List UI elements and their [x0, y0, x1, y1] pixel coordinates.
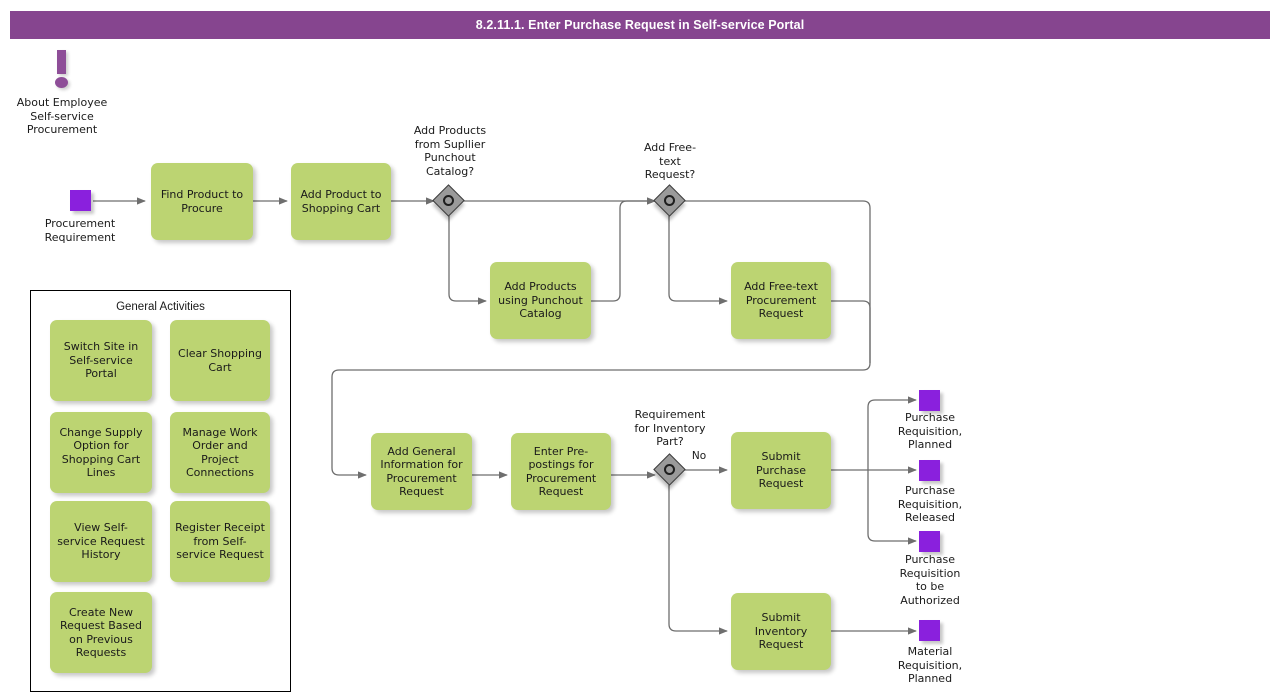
task-label: Submit Inventory Request — [754, 611, 808, 652]
task-label: Manage Work Order and Project Connection… — [182, 425, 258, 480]
gateway-event-ring-icon — [663, 194, 675, 206]
edge-gw2-to-freetext — [668, 216, 728, 305]
task-label: Create New Request Based on Previous Req… — [60, 605, 142, 660]
task-enter-pre-postings-for-procurement-request[interactable]: Enter Pre- postings for Procurement Requ… — [511, 433, 611, 510]
task-register-receipt-from-self-service-request[interactable]: Register Receipt from Self- service Requ… — [170, 501, 270, 582]
gateway-free-text-request[interactable] — [653, 184, 686, 217]
task-manage-work-order-and-project-connections[interactable]: Manage Work Order and Project Connection… — [170, 412, 270, 493]
task-label: Add Product to Shopping Cart — [300, 188, 382, 215]
task-create-new-request-based-on-previous-requests[interactable]: Create New Request Based on Previous Req… — [50, 592, 152, 673]
task-submit-inventory-request[interactable]: Submit Inventory Request — [731, 593, 831, 670]
edge-punchout-to-gw2 — [591, 197, 656, 302]
gateway-punchout-catalog[interactable] — [432, 184, 465, 217]
task-label: View Self- service Request History — [57, 521, 145, 562]
task-label: Add Free-text Procurement Request — [744, 280, 818, 321]
task-clear-shopping-cart[interactable]: Clear Shopping Cart — [170, 320, 270, 401]
task-label: Add Products using Punchout Catalog — [498, 280, 583, 321]
task-add-free-text-procurement-request[interactable]: Add Free-text Procurement Request — [731, 262, 831, 339]
task-add-general-information-for-procurement-request[interactable]: Add General Information for Procurement … — [371, 433, 472, 510]
task-add-products-using-punchout-catalog[interactable]: Add Products using Punchout Catalog — [490, 262, 591, 339]
end-event-purchase-requisition-released[interactable] — [919, 460, 940, 481]
exclamation-icon — [50, 50, 74, 90]
task-submit-purchase-request[interactable]: Submit Purchase Request — [731, 432, 831, 509]
end-event-purchase-requisition-planned[interactable] — [919, 390, 940, 411]
edge-freetext-to-lower-lane — [831, 300, 871, 363]
diagram-canvas: 8.2.11.1. Enter Purchase Request in Self… — [0, 0, 1280, 700]
task-switch-site-in-self-service-portal[interactable]: Switch Site in Self-service Portal — [50, 320, 152, 401]
gateway-event-ring-icon — [663, 463, 675, 475]
task-view-self-service-request-history[interactable]: View Self- service Request History — [50, 501, 152, 582]
gateway-inventory-part-label: Requirement for Inventory Part? — [634, 408, 706, 448]
gateway-punchout-catalog-label: Add Products from Supllier Punchout Cata… — [413, 124, 487, 178]
task-label: Find Product to Procure — [160, 188, 244, 215]
end-event-purchase-requisition-to-be-authorized[interactable] — [919, 531, 940, 552]
gateway-free-text-request-label: Add Free- text Request? — [643, 141, 697, 181]
task-add-product-to-shopping-cart[interactable]: Add Product to Shopping Cart — [291, 163, 391, 240]
gateway-inventory-part[interactable] — [653, 453, 686, 486]
end-event-purchase-requisition-released-label: Purchase Requisition, Released — [897, 484, 963, 524]
end-event-purchase-requisition-planned-label: Purchase Requisition, Planned — [897, 411, 963, 451]
edge-label-no: No — [691, 450, 707, 462]
start-event-label: Procurement Requirement — [44, 217, 116, 244]
start-event[interactable] — [70, 190, 91, 211]
end-event-material-requisition-planned-label: Material Requisition, Planned — [897, 645, 963, 685]
page-title: 8.2.11.1. Enter Purchase Request in Self… — [10, 11, 1270, 39]
exclamation-dot — [55, 77, 68, 88]
exclamation-bar — [57, 50, 66, 74]
task-label: Submit Purchase Request — [756, 450, 806, 491]
task-label: Change Supply Option for Shopping Cart L… — [59, 425, 143, 480]
edge-gw1-to-punchout — [448, 216, 487, 305]
end-event-purchase-requisition-to-be-authorized-label: Purchase Requisition to be Authorized — [899, 553, 961, 607]
annotation-label: About Employee Self-service Procurement — [16, 96, 108, 136]
gateway-event-ring-icon — [442, 194, 454, 206]
edge-gw3-to-submit-inventory — [668, 485, 728, 635]
task-label: Add General Information for Procurement … — [380, 444, 463, 499]
end-event-material-requisition-planned[interactable] — [919, 620, 940, 641]
general-activities-title: General Activities — [116, 301, 205, 313]
task-label: Enter Pre- postings for Procurement Requ… — [525, 444, 597, 499]
task-find-product-to-procure[interactable]: Find Product to Procure — [151, 163, 253, 240]
task-label: Register Receipt from Self- service Requ… — [175, 521, 265, 562]
task-change-supply-option-for-shopping-cart-lines[interactable]: Change Supply Option for Shopping Cart L… — [50, 412, 152, 493]
task-label: Switch Site in Self-service Portal — [63, 340, 139, 381]
task-label: Clear Shopping Cart — [178, 347, 262, 374]
